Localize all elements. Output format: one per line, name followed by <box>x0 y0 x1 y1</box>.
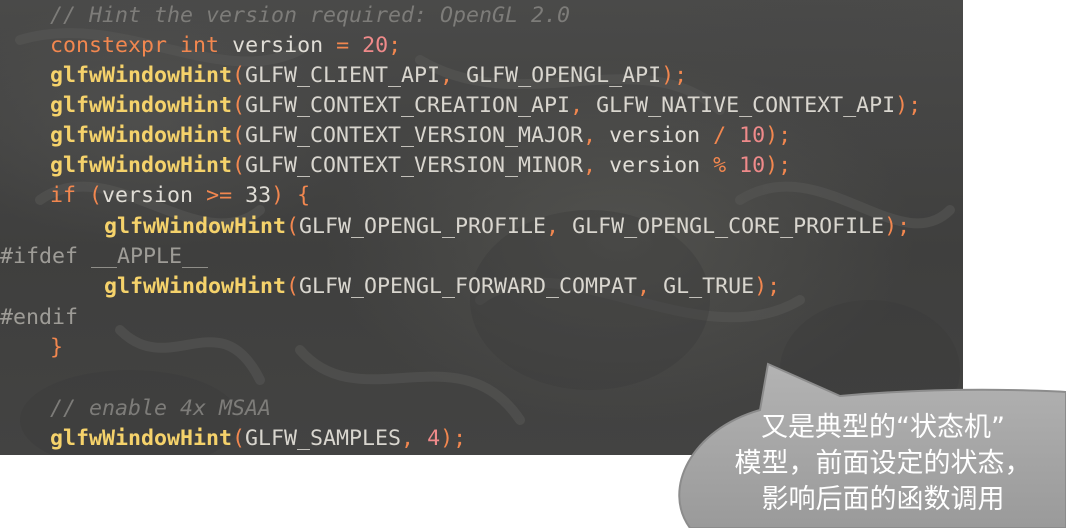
constant: GLFW_CONTEXT_CREATION_API <box>245 93 571 118</box>
comment: // enable 4x MSAA <box>50 396 272 421</box>
constant: GLFW_OPENGL_PROFILE <box>299 214 547 239</box>
number-literal: 4 <box>427 426 441 451</box>
function-name: glfwWindowHint <box>50 123 233 148</box>
punctuation: ) <box>884 214 898 239</box>
code-line-13: // enable 4x MSAA <box>0 394 271 424</box>
callout-line-2: 模型，前面设定的状态， <box>734 448 1032 479</box>
function-name: glfwWindowHint <box>50 153 233 178</box>
identifier: version <box>609 153 701 178</box>
identifier: version <box>232 33 324 58</box>
callout-line-3: 影响后面的函数调用 <box>761 484 1005 515</box>
keyword: int <box>180 33 220 58</box>
code-line-1: // Hint the version required: OpenGL 2.0 <box>0 1 570 31</box>
punctuation: ( <box>89 183 103 208</box>
punctuation: , <box>546 214 560 239</box>
constant: GLFW_CONTEXT_VERSION_MINOR <box>245 153 584 178</box>
code-line-5: glfwWindowHint(GLFW_CONTEXT_VERSION_MAJO… <box>0 121 791 151</box>
code-line-7: if (version >= 33) { <box>0 181 310 211</box>
code-line-9: #ifdef __APPLE__ <box>0 242 208 272</box>
punctuation: ( <box>232 153 246 178</box>
keyword: if <box>50 183 77 208</box>
punctuation: ) <box>765 123 779 148</box>
function-name: glfwWindowHint <box>50 93 233 118</box>
number-literal: 10 <box>739 123 766 148</box>
punctuation: , <box>401 426 415 451</box>
punctuation: , <box>570 93 584 118</box>
constant: GLFW_CONTEXT_VERSION_MAJOR <box>245 123 584 148</box>
code-line-8: glfwWindowHint(GLFW_OPENGL_PROFILE, GLFW… <box>0 212 910 242</box>
operator: >= <box>206 183 233 208</box>
constant: GL_TRUE <box>663 274 755 299</box>
punctuation: } <box>50 335 64 360</box>
operator: / <box>713 123 727 148</box>
keyword: constexpr <box>50 33 168 58</box>
operator: = <box>336 33 350 58</box>
punctuation: ) <box>765 153 779 178</box>
function-name: glfwWindowHint <box>104 214 287 239</box>
punctuation: ; <box>453 426 467 451</box>
code-line-6: glfwWindowHint(GLFW_CONTEXT_VERSION_MINO… <box>0 151 791 181</box>
punctuation: , <box>637 274 651 299</box>
punctuation: ) <box>754 274 768 299</box>
punctuation: ) <box>271 183 285 208</box>
punctuation: ) <box>440 426 454 451</box>
code-line-11: #endif <box>0 303 78 333</box>
code-editor: // Hint the version required: OpenGL 2.0… <box>0 0 963 455</box>
punctuation: , <box>440 63 454 88</box>
punctuation: ) <box>895 93 909 118</box>
constant: GLFW_OPENGL_CORE_PROFILE <box>572 214 885 239</box>
punctuation: ( <box>232 63 246 88</box>
punctuation: ) <box>661 63 675 88</box>
function-name: glfwWindowHint <box>104 274 287 299</box>
constant: GLFW_OPENGL_API <box>466 63 662 88</box>
punctuation: ( <box>232 93 246 118</box>
code-line-14: glfwWindowHint(GLFW_SAMPLES, 4); <box>0 424 466 454</box>
punctuation: { <box>297 183 311 208</box>
callout-text: 又是典型的“状态机” 模型，前面设定的状态， 影响后面的函数调用 <box>700 410 1066 518</box>
punctuation: ; <box>388 33 402 58</box>
code-line-4: glfwWindowHint(GLFW_CONTEXT_CREATION_API… <box>0 91 921 121</box>
punctuation: , <box>583 153 597 178</box>
punctuation: ; <box>908 93 922 118</box>
punctuation: ( <box>232 123 246 148</box>
constant: GLFW_NATIVE_CONTEXT_API <box>596 93 896 118</box>
constant: GLFW_OPENGL_FORWARD_COMPAT <box>299 274 638 299</box>
operator: % <box>713 153 727 178</box>
punctuation: ; <box>778 123 792 148</box>
punctuation: ( <box>286 274 300 299</box>
punctuation: ; <box>767 274 781 299</box>
code-line-2: constexpr int version = 20; <box>0 31 401 61</box>
preprocessor-directive: #endif <box>0 305 79 330</box>
preprocessor-directive: #ifdef __APPLE__ <box>0 244 209 269</box>
punctuation: , <box>583 123 597 148</box>
constant: GLFW_CLIENT_API <box>245 63 441 88</box>
punctuation: ; <box>674 63 688 88</box>
code-line-10: glfwWindowHint(GLFW_OPENGL_FORWARD_COMPA… <box>0 272 780 302</box>
identifier: version <box>609 123 701 148</box>
number-literal: 33 <box>245 183 272 208</box>
callout-line-1: 又是典型的“状态机” <box>761 412 1005 443</box>
comment: // Hint the version required: OpenGL 2.0 <box>50 3 571 28</box>
number-literal: 10 <box>739 153 766 178</box>
identifier: version <box>102 183 194 208</box>
punctuation: ; <box>778 153 792 178</box>
function-name: glfwWindowHint <box>50 426 233 451</box>
punctuation: ; <box>897 214 911 239</box>
constant: GLFW_SAMPLES <box>245 426 402 451</box>
code-line-3: glfwWindowHint(GLFW_CLIENT_API, GLFW_OPE… <box>0 61 687 91</box>
number-literal: 20 <box>362 33 389 58</box>
code-line-12: } <box>0 333 63 363</box>
function-name: glfwWindowHint <box>50 63 233 88</box>
punctuation: ( <box>286 214 300 239</box>
punctuation: ( <box>232 426 246 451</box>
